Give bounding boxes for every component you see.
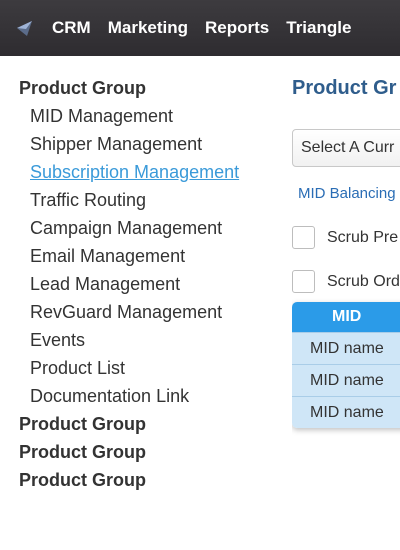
sidebar-item-documentation-link[interactable]: Documentation Link <box>30 386 189 407</box>
page-title: Product Gr <box>292 77 397 99</box>
top-navigation-bar: CRM Marketing Reports Triangle <box>0 0 400 56</box>
sidebar-group-title[interactable]: Product Group <box>19 470 146 491</box>
mid-balancing-link[interactable]: MID Balancing <box>298 185 396 202</box>
scrub-pre-checkbox[interactable] <box>292 226 315 249</box>
sidebar-group-title[interactable]: Product Group <box>19 442 146 463</box>
table-row[interactable]: MID name <box>292 396 400 428</box>
sidebar-item-shipper-management[interactable]: Shipper Management <box>30 134 202 155</box>
table-row[interactable]: MID name <box>292 364 400 396</box>
nav-reports[interactable]: Reports <box>205 18 269 38</box>
nav-triangle[interactable]: Triangle <box>286 18 351 38</box>
sidebar-item-lead-management[interactable]: Lead Management <box>30 274 180 295</box>
sidebar-group-title[interactable]: Product Group <box>19 414 146 435</box>
sidebar-item-email-management[interactable]: Email Management <box>30 246 185 267</box>
table-row[interactable]: MID name <box>292 332 400 364</box>
scrub-order-checkbox[interactable] <box>292 270 315 293</box>
main-content: Product Gr Select A Curr MID Balancing S… <box>292 74 400 494</box>
scrub-order-label: Scrub Ord <box>327 272 400 290</box>
sidebar-item-revguard-management[interactable]: RevGuard Management <box>30 302 222 323</box>
currency-select[interactable]: Select A Curr <box>292 129 400 167</box>
scrub-order-row: Scrub Ord <box>292 270 400 293</box>
scrub-pre-row: Scrub Pre <box>292 226 398 249</box>
nav-marketing[interactable]: Marketing <box>108 18 188 38</box>
sidebar-group-title[interactable]: Product Group <box>19 78 146 99</box>
nav-crm[interactable]: CRM <box>52 18 91 38</box>
mid-table-header: MID <box>292 302 400 332</box>
sidebar-item-product-list[interactable]: Product List <box>30 358 125 379</box>
mid-table: MID MID name MID name MID name <box>292 302 400 428</box>
sidebar-item-subscription-management[interactable]: Subscription Management <box>30 162 239 183</box>
sidebar-item-campaign-management[interactable]: Campaign Management <box>30 218 222 239</box>
scrub-pre-label: Scrub Pre <box>327 228 399 246</box>
triangle-logo-icon[interactable] <box>14 17 36 39</box>
sidebar-item-events[interactable]: Events <box>30 330 85 351</box>
sidebar-item-traffic-routing[interactable]: Traffic Routing <box>30 190 146 211</box>
sidebar-item-mid-management[interactable]: MID Management <box>30 106 173 127</box>
